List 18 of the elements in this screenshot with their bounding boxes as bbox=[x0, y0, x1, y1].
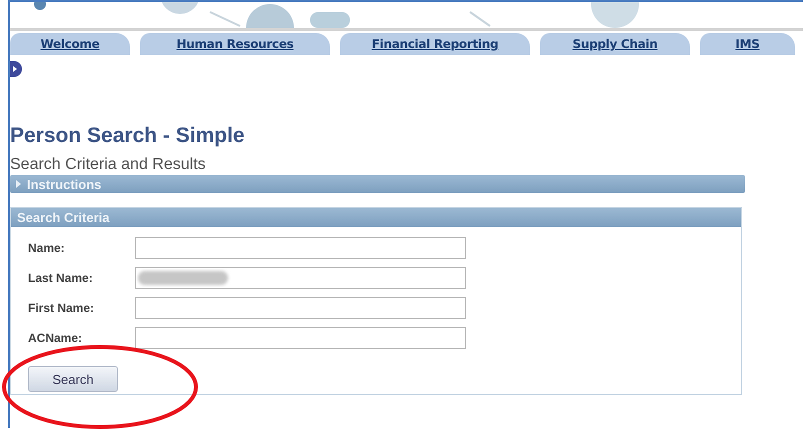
field-label: First Name: bbox=[28, 301, 96, 315]
input-field[interactable] bbox=[135, 237, 466, 259]
nav-tab[interactable]: Supply Chain bbox=[540, 33, 690, 55]
field-label: Name: bbox=[28, 241, 66, 255]
input-field[interactable] bbox=[135, 327, 466, 349]
nav-tab[interactable]: IMS bbox=[700, 33, 795, 55]
nav-tab[interactable]: Human Resources bbox=[140, 33, 330, 55]
input-field[interactable] bbox=[135, 297, 466, 319]
nav-tab[interactable]: Financial Reporting bbox=[340, 33, 530, 55]
field-label: ACName: bbox=[28, 331, 84, 345]
page-title: Person Search - Simple bbox=[10, 123, 246, 149]
panel-header: Search Criteria bbox=[11, 208, 741, 227]
nav-tab[interactable]: Welcome bbox=[10, 33, 130, 55]
page-subtitle: Search Criteria and Results bbox=[10, 155, 207, 175]
search-button[interactable]: Search bbox=[28, 366, 118, 392]
input-field[interactable] bbox=[135, 267, 466, 289]
expand-arrow-icon[interactable] bbox=[10, 61, 22, 77]
field-label: Last Name: bbox=[28, 271, 94, 285]
